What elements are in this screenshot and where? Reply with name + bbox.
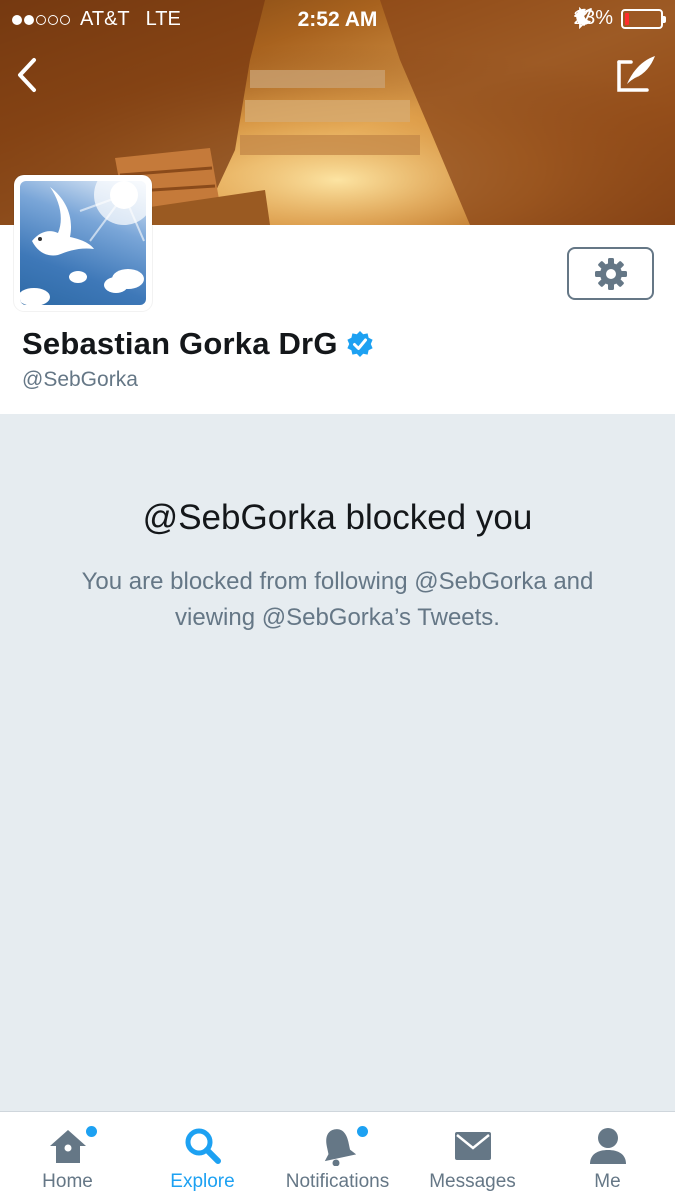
bluetooth-icon <box>574 7 587 29</box>
tab-notifications[interactable]: Notifications <box>270 1112 405 1200</box>
tab-home-label: Home <box>42 1171 93 1192</box>
profile-name-row: Sebastian Gorka DrG <box>22 326 374 362</box>
tab-me-label: Me <box>594 1171 621 1192</box>
search-icon <box>185 1128 221 1164</box>
profile-avatar[interactable] <box>14 175 152 311</box>
tab-home[interactable]: Home <box>0 1112 135 1200</box>
profile-name: Sebastian Gorka DrG <box>22 326 338 361</box>
bell-icon <box>324 1129 356 1166</box>
blocked-notice-panel: @SebGorka blocked you You are blocked fr… <box>0 414 675 1111</box>
chevron-left-icon <box>18 58 36 92</box>
battery-level-fill <box>625 12 629 25</box>
envelope-icon <box>454 1132 491 1160</box>
compose-tweet-button[interactable] <box>615 52 659 96</box>
avatar-image <box>20 181 146 305</box>
bottom-tab-bar: Home Explore Notifications Messages Me <box>0 1111 675 1200</box>
tab-messages-label: Messages <box>429 1171 516 1192</box>
status-bar: AT&T LTE 2:52 AM 13% <box>0 0 675 40</box>
blocked-title: @SebGorka blocked you <box>142 498 533 537</box>
verified-badge-icon <box>347 331 373 357</box>
tab-messages[interactable]: Messages <box>405 1112 540 1200</box>
battery-icon <box>621 8 666 29</box>
home-icon <box>49 1130 86 1163</box>
tab-me[interactable]: Me <box>540 1112 675 1200</box>
blocked-message: You are blocked from following @SebGorka… <box>81 568 594 631</box>
tab-notifications-label: Notifications <box>285 1171 390 1192</box>
person-icon <box>589 1128 626 1164</box>
home-badge-dot <box>85 1126 97 1137</box>
tab-explore[interactable]: Explore <box>135 1112 270 1200</box>
back-button[interactable] <box>8 52 48 98</box>
notifications-badge-dot <box>356 1126 368 1137</box>
gear-icon <box>594 257 627 290</box>
profile-handle: @SebGorka <box>22 368 138 391</box>
tab-explore-label: Explore <box>170 1171 235 1192</box>
profile-settings-button[interactable] <box>567 247 654 300</box>
compose-quill-icon <box>617 56 655 92</box>
